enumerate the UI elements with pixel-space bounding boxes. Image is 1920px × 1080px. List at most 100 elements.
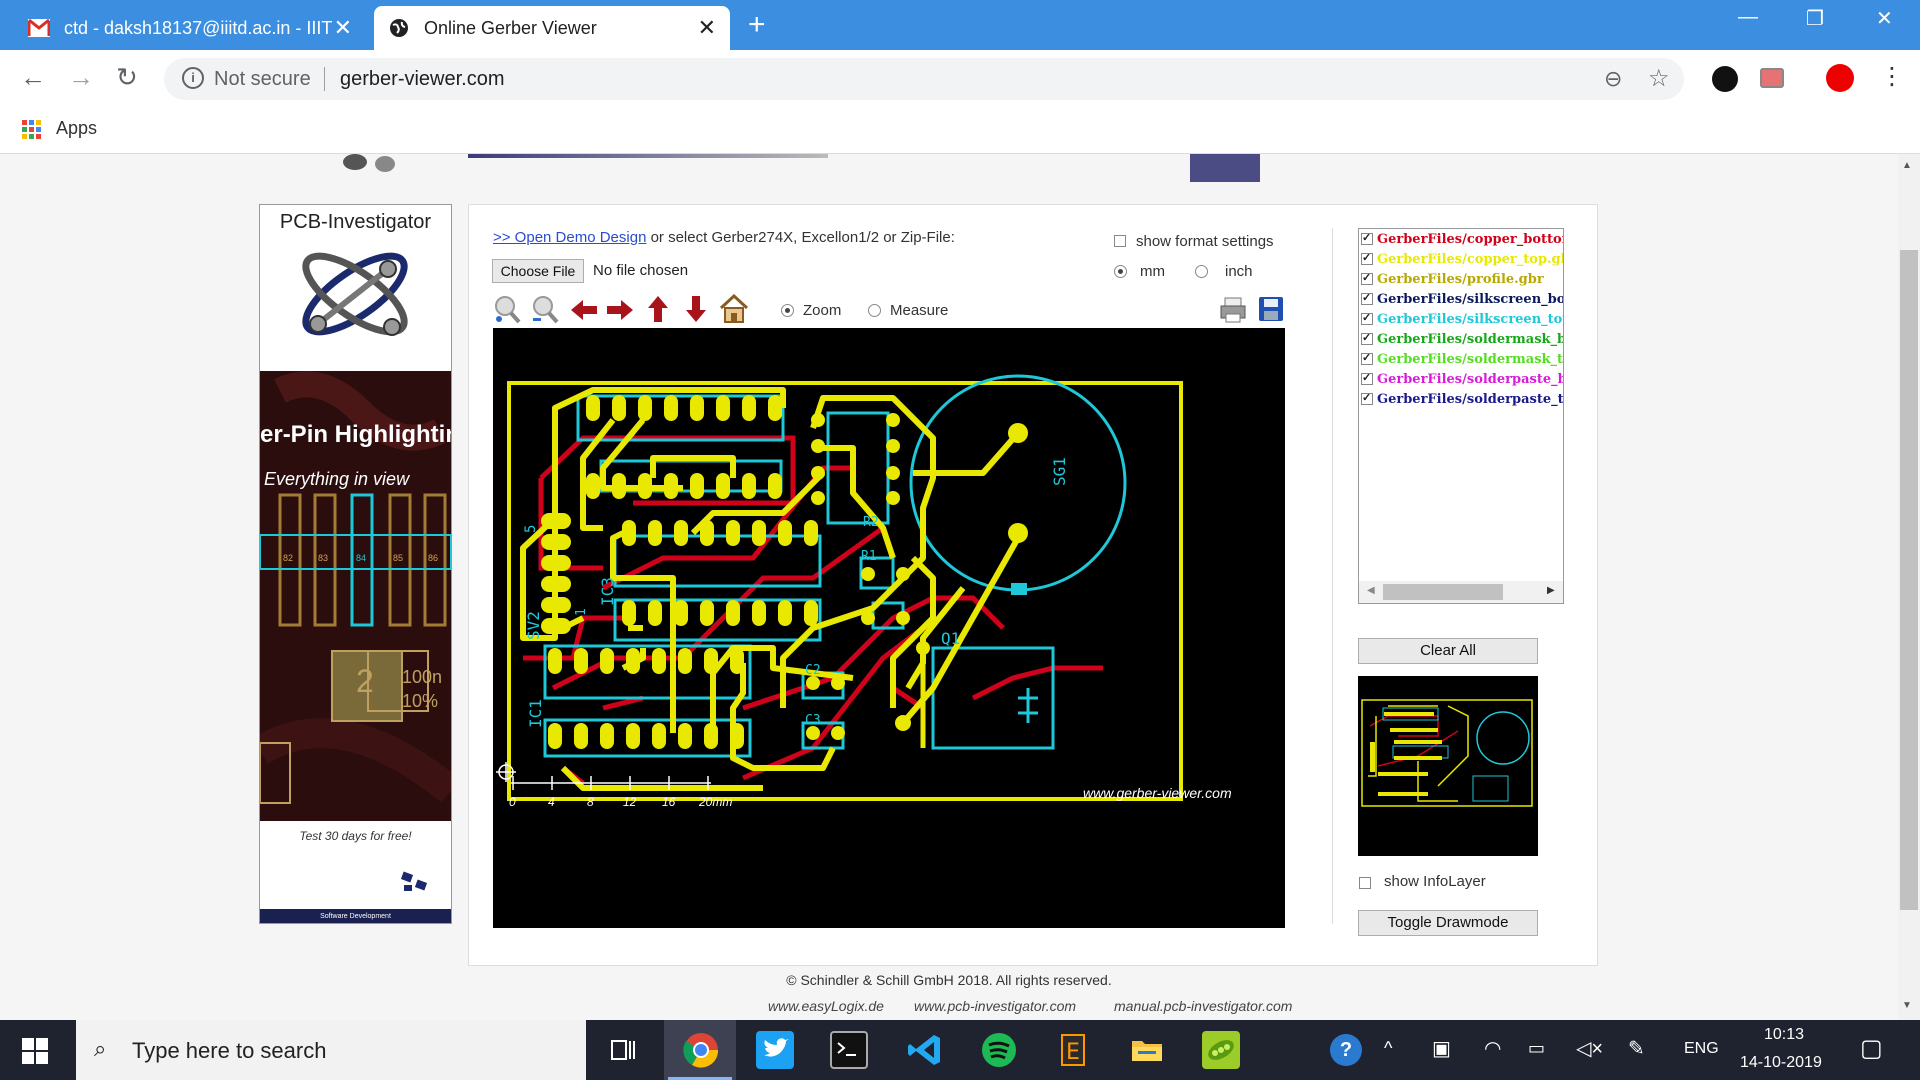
clear-all-button[interactable]: Clear All [1358,638,1538,664]
profile-avatar[interactable] [1826,64,1854,92]
taskbar-search[interactable]: ⌕ Type here to search [76,1020,586,1080]
forward-icon[interactable]: → [68,62,94,93]
back-icon[interactable]: ← [20,62,46,93]
layer-item[interactable]: GerberFiles/solderpaste_bo [1361,369,1563,389]
pcb-pad [804,600,818,626]
choose-file-button[interactable]: Choose File [492,259,584,283]
scroll-thumb[interactable] [1383,584,1503,600]
language-indicator[interactable]: ENG [1684,1040,1719,1058]
notifications-icon[interactable]: ▢ [1860,1034,1883,1063]
menu-icon[interactable]: ⋮ [1880,62,1904,91]
home-icon[interactable] [719,293,749,324]
pcb-pad [700,600,714,626]
layer-item[interactable]: GerberFiles/soldermask_bo [1361,329,1563,349]
address-bar[interactable]: i Not secure gerber-viewer.com ⊖ ☆ [164,58,1684,100]
show-infolayer-checkbox[interactable] [1359,874,1371,892]
scrollbar-thumb[interactable] [1900,250,1918,910]
overview-thumbnail[interactable] [1358,676,1538,856]
show-format-checkbox[interactable] [1114,232,1126,250]
pcb-pad [886,466,900,480]
arrow-down-icon[interactable] [684,294,708,324]
measure-radio[interactable] [868,302,881,320]
zoom-icon[interactable]: ⊖ [1604,66,1622,92]
battery-icon[interactable]: ▭ [1528,1038,1545,1059]
new-tab-button[interactable]: + [748,8,766,42]
close-icon[interactable]: ✕ [698,15,716,41]
pcb-pad [652,723,666,749]
ad-pin: 82 [283,553,294,563]
layer-list-hscrollbar[interactable]: ◀ ▶ [1359,581,1563,603]
mm-radio[interactable] [1114,263,1127,281]
pcb-pad [638,473,652,499]
gerber-canvas[interactable]: SG1 SV2 IC3 IC1 Q1 R1 R2 C2 C3 5 1 0 4 8… [493,328,1285,928]
task-view-icon[interactable] [604,1031,642,1069]
inch-radio[interactable] [1195,263,1208,281]
pea-app-icon[interactable] [1202,1031,1240,1069]
meet-now-icon[interactable]: ▣ [1432,1036,1451,1061]
apps-grid-icon[interactable] [22,120,42,140]
tab-gerber-viewer[interactable]: Online Gerber Viewer ✕ [374,6,730,50]
footer-link-manual[interactable]: manual.pcb-investigator.com [1114,998,1292,1014]
close-icon[interactable]: ✕ [334,15,352,41]
pcb-pad [811,439,825,453]
scroll-left-icon[interactable]: ◀ [1367,585,1375,596]
layer-item[interactable]: GerberFiles/silkscreen_top. [1361,309,1564,329]
windows-start-icon[interactable] [22,1038,48,1064]
spotify-icon[interactable] [980,1031,1018,1069]
layer-name: GerberFiles/silkscreen_top. [1377,311,1564,327]
arrow-right-icon[interactable] [605,298,635,322]
tab-gmail[interactable]: ctd - daksh18137@iiitd.ac.in - IIIT ✕ [14,6,366,50]
zoom-out-icon[interactable] [531,294,559,324]
vscode-icon[interactable] [906,1031,944,1069]
help-icon[interactable]: ? [1330,1034,1362,1066]
layer-item[interactable]: GerberFiles/silkscreen_bott [1361,289,1563,309]
open-demo-link[interactable]: >> Open Demo Design [493,229,646,246]
cast-icon[interactable] [1760,68,1784,88]
chevron-up-icon[interactable]: ^ [1384,1038,1392,1059]
ad-banner[interactable]: PCB-Investigator er-Pin Highlightin Ever… [259,204,452,924]
wifi-icon[interactable]: ◠ [1484,1036,1501,1061]
layer-item[interactable]: GerberFiles/soldermask_top [1361,349,1563,369]
scroll-right-icon[interactable]: ▶ [1547,585,1555,596]
footer-link-pcb-investigator[interactable]: www.pcb-investigator.com [914,998,1076,1014]
url-text[interactable]: gerber-viewer.com [340,68,505,91]
reload-icon[interactable]: ↻ [116,62,138,93]
clock-date[interactable]: 14-10-2019 [1740,1054,1822,1072]
layer-item[interactable]: GerberFiles/solderpaste_top [1361,389,1563,409]
sublime-icon[interactable]: E [1054,1031,1092,1069]
layer-item[interactable]: GerberFiles/copper_top.gbr [1361,249,1563,269]
extension-icon[interactable] [1712,66,1738,92]
toggle-drawmode-button[interactable]: Toggle Drawmode [1358,910,1538,936]
twitter-icon[interactable] [756,1031,794,1069]
pcb-pad [541,513,571,529]
clock-time[interactable]: 10:13 [1764,1026,1804,1044]
restore-icon[interactable]: ❐ [1806,6,1824,31]
pcb-pad [548,723,562,749]
file-explorer-icon[interactable] [1128,1031,1166,1069]
layer-list[interactable]: GerberFiles/copper_bottom GerberFiles/co… [1358,228,1564,604]
layer-item[interactable]: GerberFiles/copper_bottom [1361,229,1563,249]
zoom-radio[interactable] [781,302,794,320]
refdes-c2: C2 [805,663,821,678]
bookmark-star-icon[interactable]: ☆ [1648,64,1670,93]
print-icon[interactable] [1219,296,1247,324]
volume-muted-icon[interactable]: ◁× [1576,1036,1603,1061]
terminal-icon[interactable] [830,1031,868,1069]
pen-icon[interactable]: ✎ [1628,1036,1645,1061]
refdes-sv2: SV2 [524,611,543,640]
arrow-left-icon[interactable] [569,298,599,322]
info-icon[interactable]: i [182,67,204,89]
save-icon[interactable] [1258,296,1284,322]
refdes-ic1: IC1 [526,699,545,728]
chrome-icon[interactable] [682,1031,720,1069]
pcb-pad [752,520,766,546]
zoom-in-icon[interactable] [493,294,521,324]
pcb-pad [730,723,744,749]
minimize-icon[interactable]: — [1738,6,1758,29]
pcb-pad [886,413,900,427]
footer-link-easylogix[interactable]: www.easyLogix.de [768,998,884,1014]
apps-label[interactable]: Apps [56,118,97,139]
arrow-up-icon[interactable] [646,294,670,324]
close-window-icon[interactable]: ✕ [1876,6,1893,31]
layer-item[interactable]: GerberFiles/profile.gbr [1361,269,1544,289]
